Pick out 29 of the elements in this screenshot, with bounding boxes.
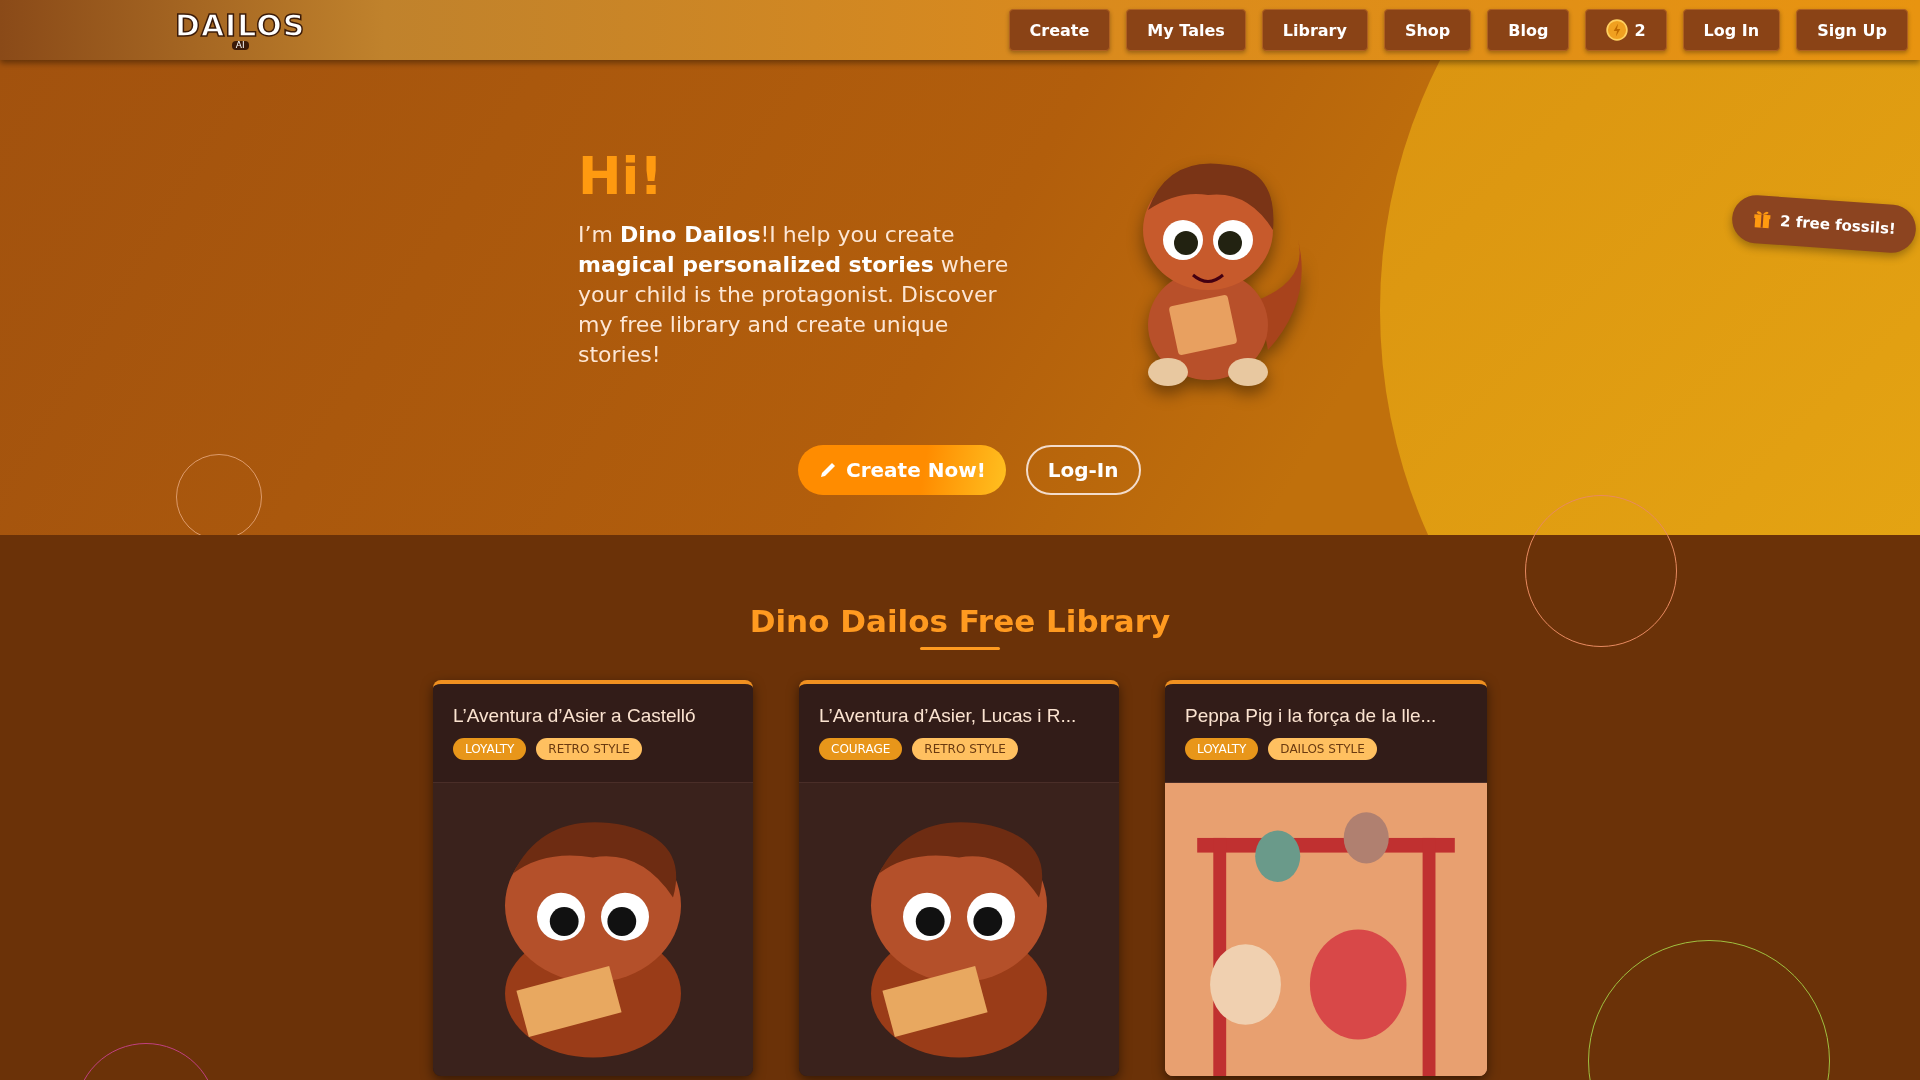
section-heading: Dino Dailos Free Library: [749, 603, 1171, 639]
coin-balance-button[interactable]: 2: [1585, 9, 1667, 51]
style-tag: DAILOS STYLE: [1268, 738, 1377, 760]
nav-button[interactable]: Library: [1261, 9, 1368, 51]
story-title: L’Aventura d’Asier, Lucas i R...: [819, 704, 1078, 728]
theme-tag: COURAGE: [819, 738, 903, 760]
pencil-icon: [818, 460, 838, 480]
style-tag: RETRO STYLE: [912, 738, 1018, 760]
promo-text: 2 free fossils!: [1779, 211, 1897, 238]
story-card[interactable]: L’Aventura d’Asier a Castelló LOYALTY RETRO STYLE: [433, 680, 753, 1076]
nav-button[interactable]: Create: [1008, 9, 1111, 51]
coin-icon: [1606, 19, 1629, 41]
login-button[interactable]: Log-In: [1025, 445, 1141, 495]
style-tag: RETRO STYLE: [536, 738, 642, 760]
story-card[interactable]: L’Aventura d’Asier, Lucas i R... COURAGE RETRO STYLE: [799, 680, 1119, 1076]
nav-button[interactable]: Sign Up: [1796, 9, 1908, 51]
nav-button[interactable]: Log In: [1682, 9, 1781, 51]
intro-paragraph: I’m Dino Dailos!I help you create magical personalized stories where your child is the protagonist. Discover my free library and create unique stories!: [578, 221, 1010, 369]
theme-tag: LOYALTY: [453, 738, 527, 760]
nav-button[interactable]: Blog: [1487, 9, 1570, 51]
story-title: Peppa Pig i la força de la lle...: [1185, 704, 1438, 728]
logo[interactable]: DAILOS AI: [175, 10, 306, 50]
theme-tag: LOYALTY: [1185, 738, 1259, 760]
nav-button[interactable]: Shop: [1383, 9, 1472, 51]
story-card[interactable]: Peppa Pig i la força de la lle... LOYALTY DAILOS STYLE: [1165, 680, 1487, 1076]
greeting-heading: Hi!: [578, 150, 665, 202]
story-title: L’Aventura d’Asier a Castelló: [453, 704, 697, 728]
nav-button[interactable]: My Tales: [1126, 9, 1246, 51]
gift-icon: [1751, 209, 1773, 231]
